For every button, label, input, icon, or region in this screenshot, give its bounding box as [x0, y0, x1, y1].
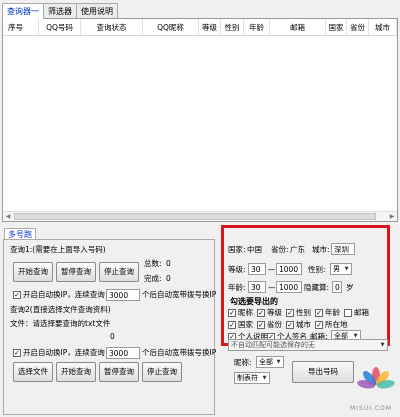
gender-value: 男 [333, 265, 340, 273]
query2-title: 查询2(直接选择文件查询资料) [10, 305, 111, 314]
col-gender[interactable]: 性别 [221, 19, 244, 35]
col-email[interactable]: 邮箱 [270, 19, 326, 35]
age-sep: — [268, 283, 276, 292]
level-min-input[interactable] [248, 263, 266, 275]
query2-pause-button[interactable]: 暂停查询 [99, 362, 139, 382]
city-input[interactable] [331, 243, 355, 255]
export-email-label: 邮箱 [354, 308, 369, 317]
export-nickname-label: 昵称 [238, 308, 253, 317]
export-country-checkbox[interactable]: ✓ [228, 321, 236, 329]
query1-pause-button[interactable]: 暂停查询 [56, 262, 96, 282]
export-nickname-checkbox[interactable]: ✓ [228, 309, 236, 317]
col-age[interactable]: 年龄 [244, 19, 270, 35]
results-grid[interactable]: 序号 QQ号码 查询状态 QQ昵称 等级 性别 年龄 邮箱 国家 省份 城市 ◀… [2, 18, 398, 222]
country-label: 国家: [228, 245, 246, 254]
export-location-checkbox[interactable]: ✓ [315, 321, 323, 329]
nickname-label: 昵称: [234, 358, 252, 367]
level-label: 等级: [228, 265, 246, 274]
export-email-checkbox[interactable] [344, 309, 352, 317]
scroll-left-icon[interactable]: ◀ [3, 212, 13, 221]
query1-start-button[interactable]: 开始查询 [13, 262, 53, 282]
main-tabs: 查询器一 筛选器 使用说明 [2, 3, 118, 19]
done-value: 0 [166, 274, 171, 283]
separator-select[interactable]: 制表符 ▼ [234, 372, 270, 384]
export-province-label: 省份 [267, 320, 282, 329]
choose-file-button[interactable]: 选择文件 [13, 362, 53, 382]
chevron-down-icon: ▼ [276, 359, 281, 365]
export-numbers-button[interactable]: 导出号码 [292, 361, 354, 383]
total-value: 0 [166, 259, 171, 268]
age-label: 年龄: [228, 283, 246, 292]
query2-auto-ip-label: 开启自动换IP，连续查询 [23, 348, 105, 357]
nickname-value: 全部 [259, 358, 273, 366]
scroll-thumb[interactable] [14, 213, 376, 220]
age-min-input[interactable] [248, 281, 266, 293]
col-city[interactable]: 城市 [369, 19, 397, 35]
watermark-flower-icon [357, 367, 395, 389]
export-country-label: 国家 [238, 320, 253, 329]
total-label: 总数: [144, 259, 162, 268]
filter-panel: 国家: 中国 省份: 广东 城市: 等级: — 性别: 男 ▼ 年龄: — 隐藏… [221, 225, 390, 346]
hide-label: 隐藏算: [304, 283, 330, 292]
col-nickname[interactable]: QQ昵称 [143, 19, 199, 35]
hint-text: 不自动匹配可能选保存的无 [231, 341, 315, 349]
hint-select[interactable]: 不自动匹配可能选保存的无 ▼ [228, 339, 388, 351]
watermark-text: MISUI.COM [350, 405, 392, 412]
col-country[interactable]: 国家 [326, 19, 347, 35]
separator-value: 制表符 [237, 374, 258, 382]
nickname-select[interactable]: 全部 ▼ [256, 356, 284, 368]
tab-filter[interactable]: 筛选器 [43, 3, 77, 18]
query2-count: 0 [110, 332, 115, 341]
col-status[interactable]: 查询状态 [81, 19, 143, 35]
country-value[interactable]: 中国 [247, 245, 262, 255]
export-province-checkbox[interactable]: ✓ [257, 321, 265, 329]
chevron-down-icon: ▼ [262, 375, 267, 381]
query2-start-button[interactable]: 开始查询 [56, 362, 96, 382]
query1-auto-ip-suffix: 个后自动宽带拨号换IP [142, 290, 217, 299]
province-value[interactable]: 广东 [290, 245, 305, 255]
export-age-checkbox[interactable]: ✓ [315, 309, 323, 317]
scroll-right-icon[interactable]: ▶ [387, 212, 397, 221]
export-gender-label: 性别 [296, 308, 311, 317]
col-qq[interactable]: QQ号码 [39, 19, 81, 35]
hide-input[interactable] [332, 281, 342, 293]
col-level[interactable]: 等级 [199, 19, 221, 35]
query-panel: 查询1:(需要在上面导入号码) 开始查询 暂停查询 停止查询 总数: 0 完成:… [3, 239, 217, 415]
done-label: 完成: [144, 274, 162, 283]
chevron-down-icon: ▼ [380, 342, 385, 348]
hide-suffix: 岁 [346, 283, 354, 292]
export-title: 勾选要导出的 [230, 297, 278, 306]
query1-stop-button[interactable]: 停止查询 [99, 262, 139, 282]
age-max-input[interactable] [276, 281, 302, 293]
tab-instructions[interactable]: 使用说明 [76, 3, 118, 18]
export-city-label: 城市 [296, 320, 311, 329]
level-max-input[interactable] [276, 263, 302, 275]
col-province[interactable]: 省份 [347, 19, 369, 35]
grid-header: 序号 QQ号码 查询状态 QQ昵称 等级 性别 年龄 邮箱 国家 省份 城市 [3, 19, 397, 36]
chevron-down-icon: ▼ [344, 266, 349, 272]
export-level-checkbox[interactable]: ✓ [257, 309, 265, 317]
horizontal-scrollbar[interactable]: ◀ ▶ [3, 211, 397, 221]
query2-ip-count-input[interactable] [106, 347, 140, 359]
export-age-label: 年龄 [325, 308, 340, 317]
query2-auto-ip-suffix: 个后自动宽带拨号换IP [142, 348, 217, 357]
export-gender-checkbox[interactable]: ✓ [286, 309, 294, 317]
query1-ip-count-input[interactable] [106, 289, 140, 301]
gender-select[interactable]: 男 ▼ [330, 263, 352, 275]
query1-title: 查询1:(需要在上面导入号码) [10, 245, 106, 254]
query2-auto-ip-checkbox[interactable]: ✓ [13, 349, 21, 357]
tab-query1[interactable]: 查询器一 [2, 3, 44, 19]
province-label: 省份: [271, 245, 289, 254]
export-location-label: 所在地 [325, 320, 348, 329]
level-sep: — [268, 265, 276, 274]
col-index[interactable]: 序号 [3, 19, 39, 35]
city-label: 城市: [312, 245, 330, 254]
export-level-label: 等级 [267, 308, 282, 317]
query2-stop-button[interactable]: 停止查询 [142, 362, 182, 382]
query2-file-label: 文件：请选择要查询的txt文件 [10, 319, 111, 328]
query1-auto-ip-label: 开启自动换IP，连续查询 [23, 290, 105, 299]
gender-label: 性别: [308, 265, 326, 274]
query1-auto-ip-checkbox[interactable]: ✓ [13, 291, 21, 299]
export-city-checkbox[interactable]: ✓ [286, 321, 294, 329]
